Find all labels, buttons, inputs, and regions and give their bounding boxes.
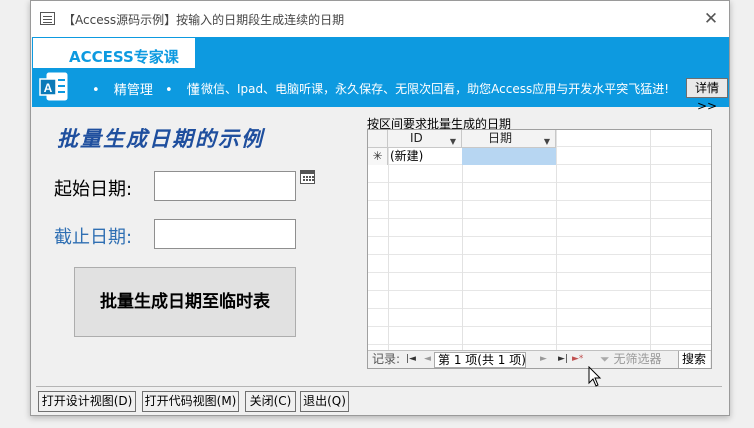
svg-text:A: A: [44, 81, 53, 95]
access-logo-icon: A: [39, 72, 68, 101]
start-date-input[interactable]: [154, 171, 296, 201]
open-code-view-button[interactable]: 打开代码视图(M): [142, 391, 239, 412]
exit-button[interactable]: 退出(Q): [300, 391, 349, 412]
banner-brand-text: ACCESS专家课: [69, 48, 179, 66]
column-header-date-label: 日期: [488, 131, 513, 145]
footer-divider: [36, 386, 722, 387]
banner-bullet-icon: •: [92, 83, 100, 98]
record-nav-label: 记录:: [372, 352, 401, 366]
close-button[interactable]: 关闭(C): [245, 391, 296, 412]
form-icon: [40, 12, 55, 25]
column-header-id-label: ID: [410, 131, 423, 145]
details-button[interactable]: 详情>>: [686, 78, 728, 113]
last-record-icon[interactable]: ►|: [558, 351, 568, 368]
new-record-date-cell[interactable]: [462, 148, 556, 165]
new-record-icon[interactable]: ►*: [572, 351, 583, 368]
form-window: 【Access源码示例】按输入的日期段生成连续的日期 ✕ ACCESS专家课 A…: [30, 0, 730, 416]
title-bar: 【Access源码示例】按输入的日期段生成连续的日期 ✕: [31, 1, 729, 37]
banner-bullet-icon: •: [164, 83, 173, 98]
select-all-header[interactable]: [368, 130, 388, 148]
funnel-icon: ⏷: [600, 352, 610, 366]
window-title: 【Access源码示例】按输入的日期段生成连续的日期: [63, 13, 345, 27]
column-header-id[interactable]: ID ▼: [388, 130, 462, 148]
search-box[interactable]: 搜索: [678, 351, 710, 368]
banner-nav-item-2[interactable]: 懂: [187, 83, 200, 98]
grid-line: [650, 130, 651, 350]
calendar-icon[interactable]: [300, 170, 315, 184]
filter-indicator[interactable]: ⏷ 无筛选器: [600, 351, 661, 368]
banner-marquee: 微信、Ipad、电脑听课，永久保存、无限次回看，助您Access应用与开发水平突…: [201, 82, 670, 96]
dates-datasheet: ID ▼ 日期 ▼ ✳ (新建) 记录: |◄ ◄ 第 1 项(共 1 项) ►…: [367, 129, 712, 369]
next-record-icon[interactable]: ►: [540, 351, 547, 368]
ad-banner: ACCESS专家课 A • 精管理 • 懂 微信、Ipad、电脑听课，永久保存、…: [32, 37, 729, 113]
end-date-label: 截止日期:: [54, 227, 133, 248]
filter-label: 无筛选器: [613, 352, 662, 366]
previous-record-icon[interactable]: ◄: [424, 351, 431, 368]
start-date-label: 起始日期:: [54, 179, 133, 200]
record-navigation-bar: 记录: |◄ ◄ 第 1 项(共 1 项) ► ►| ►* ⏷ 无筛选器 搜索: [368, 350, 711, 368]
new-record-selector-icon[interactable]: ✳: [368, 148, 388, 165]
new-record-id-cell[interactable]: (新建): [388, 148, 462, 165]
first-record-icon[interactable]: |◄: [406, 351, 416, 368]
record-position-field[interactable]: 第 1 项(共 1 项): [434, 352, 526, 368]
open-design-view-button[interactable]: 打开设计视图(D): [38, 391, 136, 412]
generate-dates-button[interactable]: 批量生成日期至临时表: [74, 267, 296, 337]
mouse-pointer-icon: [588, 366, 602, 387]
column-header-date[interactable]: 日期 ▼: [462, 130, 556, 148]
close-window-button[interactable]: ✕: [701, 9, 721, 29]
banner-nav-item-1[interactable]: 精管理: [114, 83, 153, 98]
banner-nav: • 精管理 • 懂: [92, 79, 200, 98]
banner-brand: ACCESS专家课: [33, 38, 195, 68]
grid-line: [556, 130, 557, 350]
end-date-input[interactable]: [154, 219, 296, 249]
form-heading: 批量生成日期的示例: [57, 126, 264, 151]
